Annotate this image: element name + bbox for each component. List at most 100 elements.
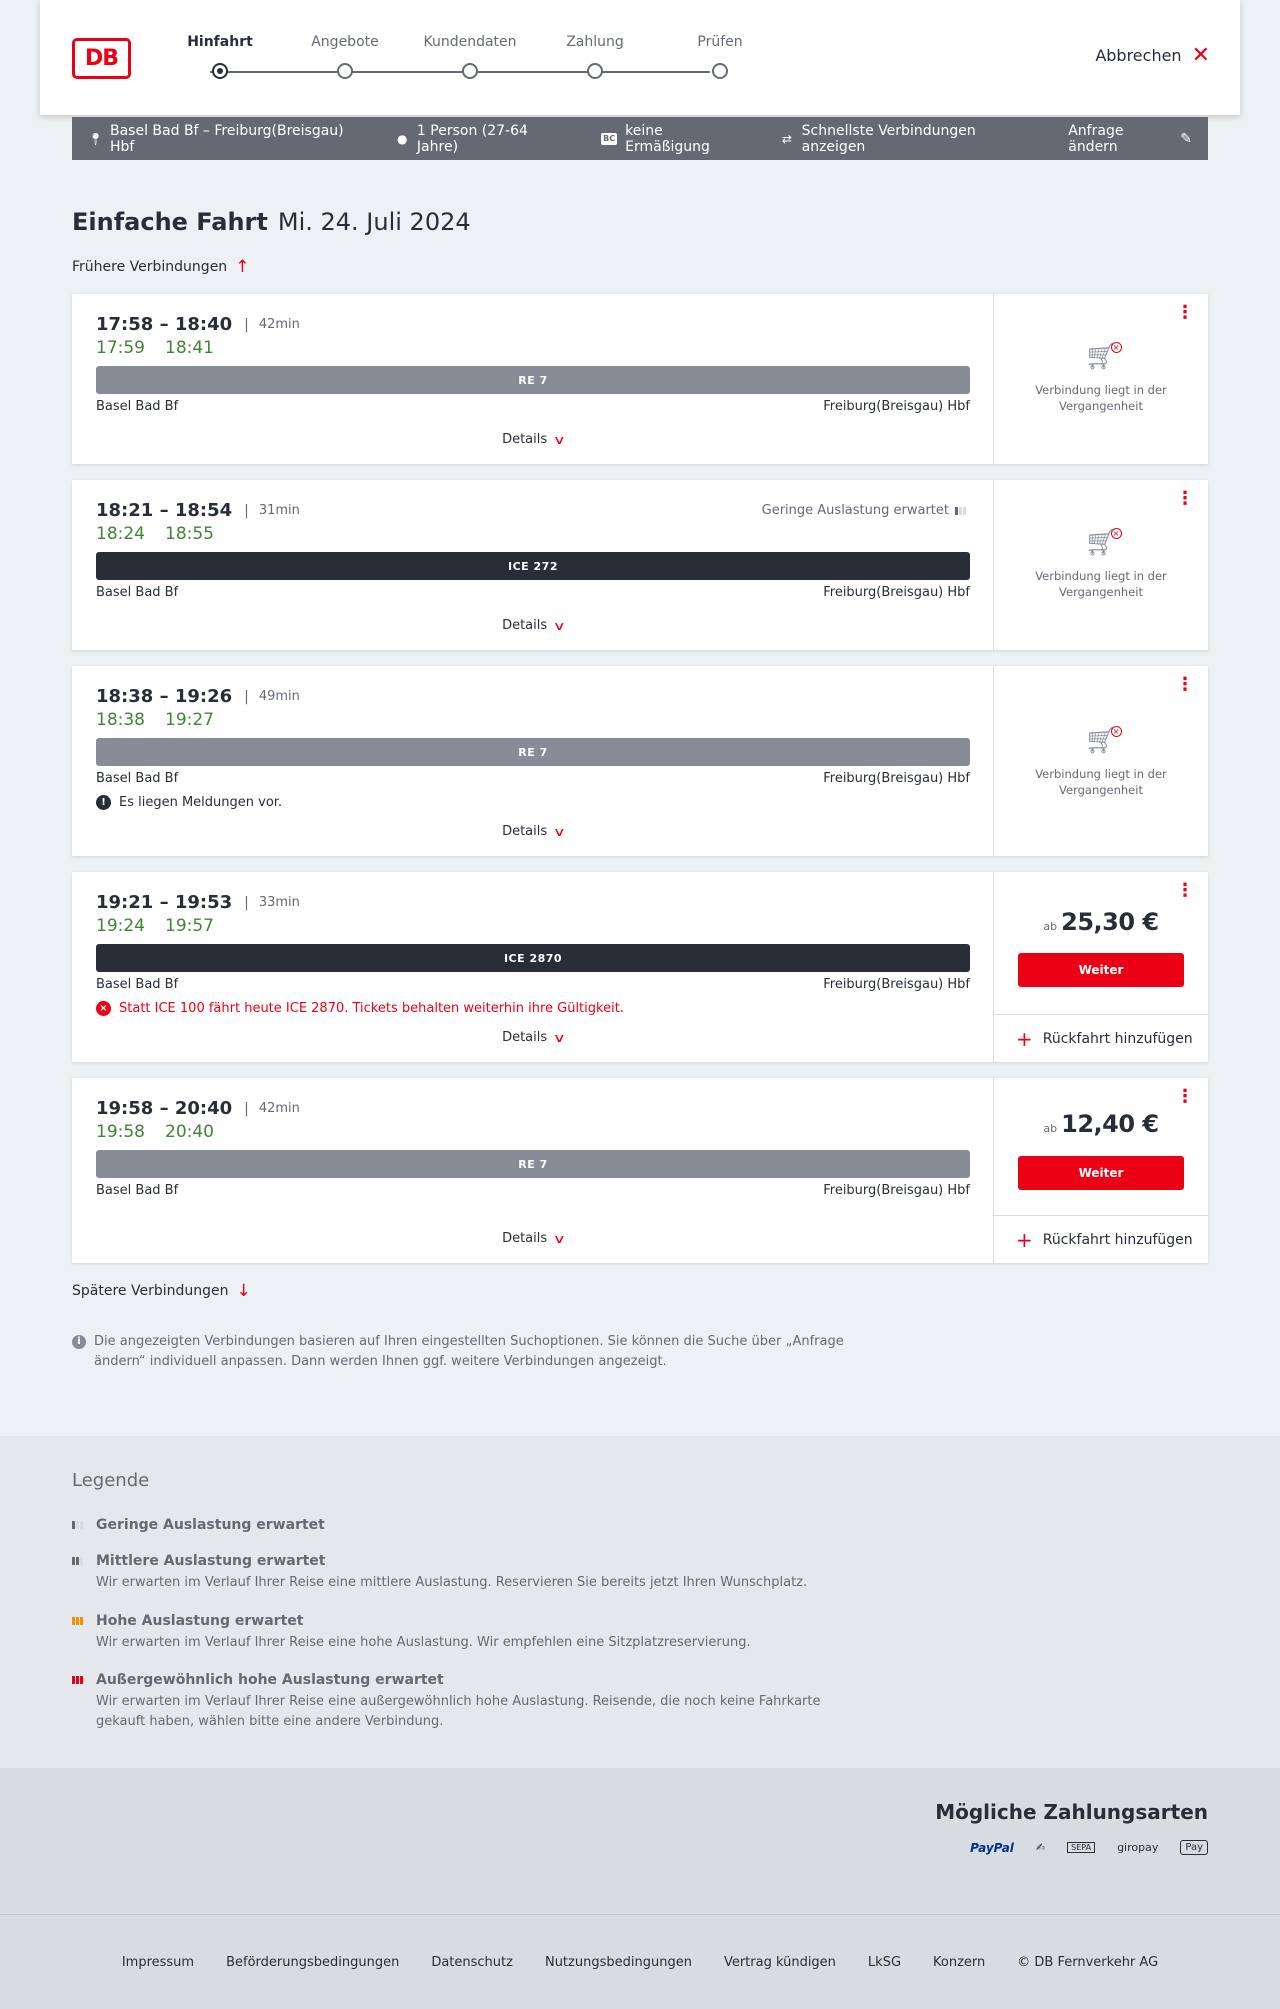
duration: 42min: [258, 317, 300, 332]
details-toggle[interactable]: Details ∨: [72, 824, 994, 839]
details-toggle[interactable]: Details ∨: [72, 432, 994, 447]
more-options-icon[interactable]: ⋮: [1176, 882, 1194, 900]
chevron-down-icon: ∨: [552, 618, 567, 633]
cancel-button[interactable]: Abbrechen ✕: [1095, 42, 1210, 68]
realtime-times: 18:38 19:27: [96, 710, 214, 730]
route-summary: 📍︎ Basel Bad Bf – Freiburg(Breisgau) Hbf: [88, 122, 344, 155]
plus-icon: +: [1016, 1227, 1033, 1252]
step-dot: [462, 63, 478, 79]
copyright: © DB Fernverkehr AG: [1017, 1954, 1159, 1970]
info-icon: i: [72, 1335, 86, 1349]
legend-item: Hohe Auslastung erwartet Wir erwarten im…: [72, 1613, 872, 1653]
departure-station: Basel Bad Bf: [96, 1183, 179, 1198]
more-options-icon[interactable]: ⋮: [1176, 490, 1194, 508]
footer-link-lksg[interactable]: LkSG: [868, 1955, 901, 1970]
scheduled-times: 17:58 – 18:40: [96, 314, 233, 335]
departure-station: Basel Bad Bf: [96, 585, 179, 600]
search-summary-bar: 📍︎ Basel Bad Bf – Freiburg(Breisgau) Hbf…: [72, 117, 1208, 160]
arrow-up-icon: ↑: [235, 257, 250, 277]
arrival-station: Freiburg(Breisgau) Hbf: [823, 1183, 970, 1198]
legend-item: Mittlere Auslastung erwartet Wir erwarte…: [72, 1553, 872, 1593]
chevron-down-icon: ∨: [552, 824, 567, 839]
header: DB Hinfahrt Angebote Kundendaten Zahlung…: [40, 0, 1240, 115]
payment-icons: PayPal ✍︎ SEPA giropay Pay: [970, 1840, 1208, 1855]
occupancy-high-icon: [72, 1617, 86, 1625]
apple-pay-icon: Pay: [1180, 1840, 1208, 1855]
continue-button[interactable]: Weiter: [1018, 953, 1184, 987]
db-logo[interactable]: DB: [72, 38, 131, 79]
train-bar[interactable]: RE 7: [96, 1150, 970, 1178]
footer-link-nutzungsbedingungen[interactable]: Nutzungsbedingungen: [545, 1955, 692, 1970]
swap-arrows-icon: ⇄: [781, 131, 792, 146]
departure-station: Basel Bad Bf: [96, 771, 179, 786]
past-connection-notice: 🛒︎ × Verbindung liegt in der Vergangenhei…: [1035, 528, 1167, 599]
cart-unavailable-icon: 🛒︎ ×: [1084, 528, 1122, 556]
details-toggle[interactable]: Details ∨: [72, 1030, 994, 1045]
step-dot: [337, 63, 353, 79]
giropay-icon: giropay: [1117, 1841, 1159, 1854]
connection-card: 17:58 – 18:40 | 42min 17:59 18:41 RE 7 B…: [72, 294, 1208, 464]
warning-icon: !: [96, 795, 111, 810]
train-bar[interactable]: RE 7: [96, 366, 970, 394]
occupancy-medium-icon: [72, 1557, 86, 1565]
more-options-icon[interactable]: ⋮: [1176, 676, 1194, 694]
pencil-icon: ✎: [1180, 130, 1193, 147]
step-angebote: Angebote: [295, 34, 395, 79]
train-bar[interactable]: ICE 2870: [96, 944, 970, 972]
payment-title: Mögliche Zahlungsarten: [935, 1800, 1208, 1824]
more-options-icon[interactable]: ⋮: [1176, 1088, 1194, 1106]
step-pruefen: Prüfen: [670, 34, 770, 79]
cart-unavailable-icon: 🛒︎ ×: [1084, 726, 1122, 754]
scheduled-times: 18:21 – 18:54: [96, 500, 233, 521]
step-kundendaten: Kundendaten: [420, 34, 520, 79]
details-toggle[interactable]: Details ∨: [72, 618, 994, 633]
footer-link-datenschutz[interactable]: Datenschutz: [431, 1955, 513, 1970]
cart-unavailable-icon: 🛒︎ ×: [1084, 342, 1122, 370]
footer-link-vertrag-kuendigen[interactable]: Vertrag kündigen: [724, 1955, 836, 1970]
search-info-note: i Die angezeigten Verbindungen basieren …: [72, 1332, 872, 1372]
arrow-down-icon: ↓: [236, 1281, 251, 1301]
connection-card: 18:21 – 18:54 | 31min Geringe Auslastung…: [72, 480, 1208, 650]
add-return-trip-button[interactable]: + Rückfahrt hinzufügen: [994, 1215, 1208, 1263]
add-return-trip-button[interactable]: + Rückfahrt hinzufügen: [994, 1014, 1208, 1062]
realtime-times: 18:24 18:55: [96, 524, 214, 544]
later-connections-link[interactable]: Spätere Verbindungen ↓: [72, 1281, 251, 1301]
paypal-icon: PayPal: [970, 1840, 1014, 1855]
past-connection-notice: 🛒︎ × Verbindung liegt in der Vergangenhei…: [1035, 726, 1167, 797]
footer-link-impressum[interactable]: Impressum: [122, 1955, 194, 1970]
legend-section: Legende Geringe Auslastung erwartet Mitt…: [0, 1436, 1280, 1768]
departure-station: Basel Bad Bf: [96, 977, 179, 992]
train-bar[interactable]: ICE 272: [96, 552, 970, 580]
connection-card: 19:58 – 20:40 | 42min 19:58 20:40 RE 7 B…: [72, 1078, 1208, 1263]
footer-link-befoerderungsbedingungen[interactable]: Beförderungsbedingungen: [226, 1955, 399, 1970]
occupancy-note: Geringe Auslastung erwartet: [762, 503, 969, 518]
realtime-times: 17:59 18:41: [96, 338, 214, 358]
footer-link-konzern[interactable]: Konzern: [933, 1955, 985, 1970]
chevron-down-icon: ∨: [552, 432, 567, 447]
legend-item: Außergewöhnlich hohe Auslastung erwartet…: [72, 1672, 872, 1732]
step-zahlung: Zahlung: [545, 34, 645, 79]
page-title: Einfache Fahrt Mi. 24. Juli 2024: [72, 208, 471, 236]
plus-icon: +: [1016, 1026, 1033, 1051]
step-dot: [712, 63, 728, 79]
travel-date: Mi. 24. Juli 2024: [277, 208, 471, 236]
train-bar[interactable]: RE 7: [96, 738, 970, 766]
step-hinfahrt: Hinfahrt: [170, 34, 270, 79]
realtime-times: 19:58 20:40: [96, 1122, 214, 1142]
duration: 33min: [258, 895, 300, 910]
realtime-times: 19:24 19:57: [96, 916, 214, 936]
more-options-icon[interactable]: ⋮: [1176, 304, 1194, 322]
price: ab 12,40 €: [1043, 1110, 1159, 1138]
continue-button[interactable]: Weiter: [1018, 1156, 1184, 1190]
chevron-down-icon: ∨: [552, 1231, 567, 1246]
connection-card: 18:38 – 19:26 | 49min 18:38 19:27 RE 7 B…: [72, 666, 1208, 856]
fastest-connections-option: ⇄ Schnellste Verbindungen anzeigen: [781, 122, 976, 155]
connection-card: 19:21 – 19:53 | 33min 19:24 19:57 ICE 28…: [72, 872, 1208, 1062]
change-request-button[interactable]: Anfrage ändern ✎: [1068, 123, 1192, 155]
earlier-connections-link[interactable]: Frühere Verbindungen ↑: [72, 257, 249, 277]
occupancy-exceptional-icon: [72, 1676, 86, 1684]
details-toggle[interactable]: Details ∨: [72, 1231, 994, 1246]
stepper-line: [210, 71, 710, 73]
arrival-station: Freiburg(Breisgau) Hbf: [823, 585, 970, 600]
close-icon: ✕: [1191, 42, 1210, 68]
